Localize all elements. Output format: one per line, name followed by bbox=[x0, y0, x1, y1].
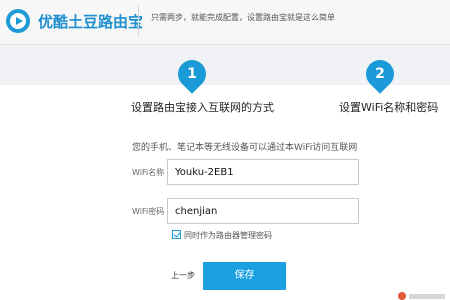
header-divider bbox=[138, 6, 139, 36]
form-description: 您的手机、笔记本等无线设备可以通过本WiFi访问互联网 bbox=[132, 143, 358, 153]
watermark-logo-icon bbox=[398, 292, 406, 300]
app-title: 优酷土豆路由宝 bbox=[38, 13, 144, 31]
youku-logo-icon bbox=[6, 9, 30, 33]
admin-password-checkbox[interactable] bbox=[172, 230, 181, 239]
step-2-label: 设置WiFi名称和密码 bbox=[339, 101, 439, 114]
wifi-name-input[interactable] bbox=[167, 159, 359, 185]
header-note: 只需两步，就能完成配置，设置路由宝就是这么简单 bbox=[151, 13, 335, 22]
watermark-bar bbox=[409, 294, 445, 299]
header-bar: 优酷土豆路由宝 只需两步，就能完成配置，设置路由宝就是这么简单 bbox=[0, 0, 450, 45]
wifi-name-label: WiFi名称 bbox=[132, 168, 165, 177]
admin-password-checkbox-label: 同时作为路由器管理密码 bbox=[184, 231, 272, 240]
wifi-password-input[interactable] bbox=[167, 198, 359, 224]
save-button[interactable]: 保存 bbox=[203, 262, 286, 290]
step-1-label: 设置路由宝接入互联网的方式 bbox=[131, 101, 274, 114]
step-1-number: 1 bbox=[187, 66, 197, 82]
watermark bbox=[398, 290, 448, 300]
prev-step-link[interactable]: 上一步 bbox=[171, 270, 195, 281]
step-2-number: 2 bbox=[375, 66, 385, 82]
wifi-password-label: WiFi密码 bbox=[132, 207, 165, 216]
